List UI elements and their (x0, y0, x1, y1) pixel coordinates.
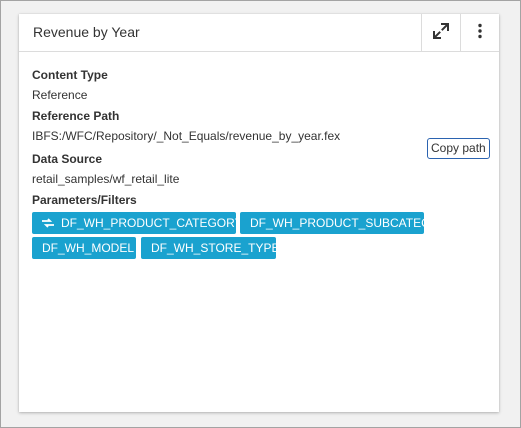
reference-path-value: IBFS:/WFC/Repository/_Not_Equals/revenue… (32, 129, 341, 143)
content-card: Revenue by Year Content Type Reference R… (19, 14, 499, 412)
parameter-chip-label: DF_WH_MODEL (42, 241, 135, 255)
card-header: Revenue by Year (19, 14, 499, 52)
copy-path-button[interactable]: Copy path (427, 138, 490, 159)
data-source-label: Data Source (32, 152, 103, 166)
window-frame: Revenue by Year Content Type Reference R… (0, 0, 521, 428)
more-options-button[interactable] (460, 14, 498, 52)
expand-icon (432, 22, 449, 44)
expand-button[interactable] (421, 14, 459, 52)
content-type-label: Content Type (32, 68, 108, 82)
parameters-filters-label: Parameters/Filters (32, 193, 137, 207)
parameter-chip-label: DF_WH_STORE_TYPE (151, 241, 280, 255)
parameter-chip[interactable]: DF_WH_STORE_TYPE (141, 237, 280, 259)
card-title: Revenue by Year (33, 24, 140, 40)
content-type-value: Reference (32, 88, 88, 102)
parameter-chip-label: DF_WH_PRODUCT_CATEGORY (61, 216, 243, 230)
more-vertical-icon (477, 23, 482, 44)
reference-path-label: Reference Path (32, 109, 120, 123)
data-source-value: retail_samples/wf_retail_lite (32, 172, 180, 186)
parameter-chip[interactable]: DF_WH_MODEL (32, 237, 136, 259)
parameter-chip[interactable]: DF_WH_PRODUCT_CATEGORY (32, 212, 243, 234)
parameter-chip-label: DF_WH_PRODUCT_SUBCATEG (250, 216, 431, 230)
linked-filter-icon (42, 218, 54, 228)
parameter-chip[interactable]: DF_WH_PRODUCT_SUBCATEG (240, 212, 430, 234)
